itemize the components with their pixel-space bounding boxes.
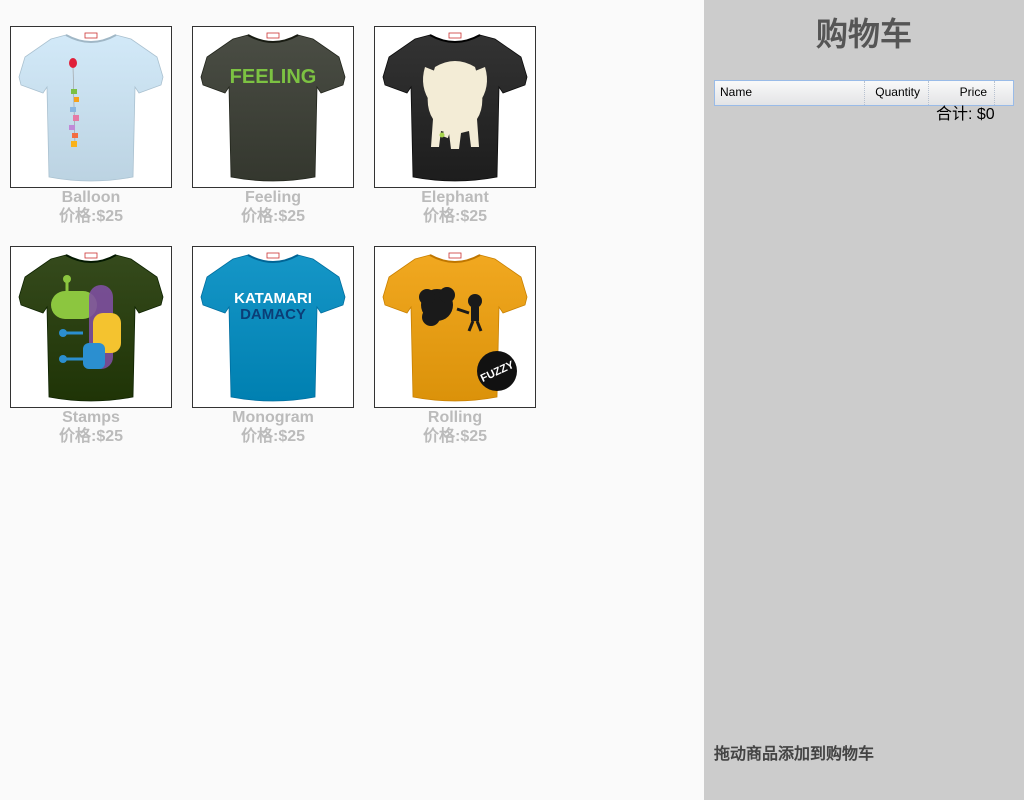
product-name: Balloon [61,189,121,206]
tshirt-icon [382,32,528,182]
product-price: 价格:$25 [422,208,488,225]
product-item-stamps[interactable]: Stamps 价格:$25 [10,246,172,446]
cart-total: 合计: $0 [936,105,995,125]
product-item-feeling[interactable]: FEELING Feeling 价格:$25 [192,26,354,226]
column-header-name[interactable]: Name [715,81,865,105]
product-item-monogram[interactable]: KATAMARI DAMACY Monogram 价格:$25 [192,246,354,446]
product-name: Monogram [232,409,314,426]
column-header-price[interactable]: Price [929,81,995,105]
tshirt-icon [18,32,164,182]
cart-total-value: $0 [976,106,995,123]
column-header-quantity[interactable]: Quantity [865,81,929,105]
product-image-elephant[interactable] [374,26,536,188]
tshirt-icon: FEELING [200,32,346,182]
product-list: Balloon 价格:$25 FEELING Feeling 价格:$25 El… [0,0,704,800]
shirt-print-text-2: DAMACY [240,306,306,323]
product-price: 价格:$25 [240,428,306,445]
shirt-print-text-1: KATAMARI [234,290,312,307]
product-price: 价格:$25 [422,428,488,445]
product-name: Rolling [427,409,483,426]
product-item-rolling[interactable]: FUZZY Rolling 价格:$25 [374,246,536,446]
tshirt-icon: FUZZY [382,252,528,402]
product-image-feeling[interactable]: FEELING [192,26,354,188]
product-name: Elephant [421,189,489,206]
product-image-stamps[interactable] [10,246,172,408]
shopping-cart-panel[interactable]: 购物车 Name Quantity Price 合计: $0 拖动商品添加到购物… [704,0,1024,800]
column-header-filler [995,81,1013,105]
product-price: 价格:$25 [58,208,124,225]
product-price: 价格:$25 [240,208,306,225]
cart-table-header: Name Quantity Price [714,80,1014,106]
product-image-rolling[interactable]: FUZZY [374,246,536,408]
product-image-monogram[interactable]: KATAMARI DAMACY [192,246,354,408]
product-price: 价格:$25 [58,428,124,445]
product-name: Stamps [62,409,120,426]
product-image-balloon[interactable] [10,26,172,188]
product-item-elephant[interactable]: Elephant 价格:$25 [374,26,536,226]
product-name: Feeling [244,189,301,206]
cart-title: 购物车 [815,16,912,52]
product-item-balloon[interactable]: Balloon 价格:$25 [10,26,172,226]
cart-total-label: 合计: [936,106,973,123]
cart-drag-hint: 拖动商品添加到购物车 [714,746,875,763]
tshirt-icon: KATAMARIDAMACY [200,252,346,402]
shirt-print-text: FEELING [230,66,317,88]
tshirt-icon [18,252,164,402]
